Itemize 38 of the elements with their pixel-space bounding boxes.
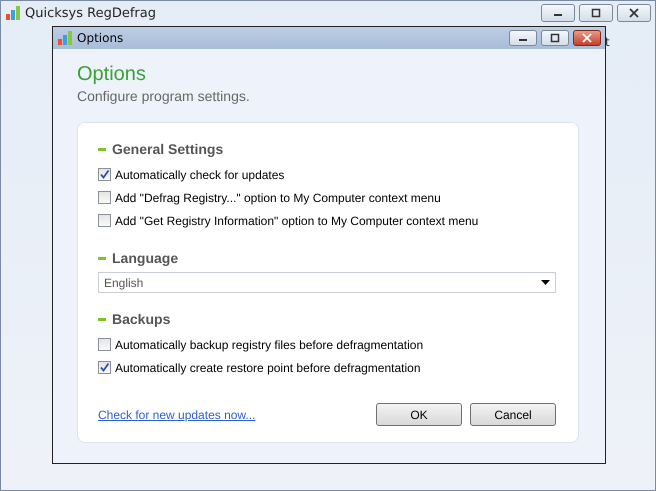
section-title: General Settings [112,141,224,157]
bar-chart-icon [57,30,73,46]
checkbox-label[interactable]: Automatically check for updates [115,168,284,182]
dialog-button[interactable]: OK [376,403,462,426]
window-title: Quicksys RegDefrag [25,6,156,20]
check-updates-link[interactable]: Check for new updates now... [98,408,256,422]
checkbox[interactable] [98,191,111,204]
checkbox-label[interactable]: Add "Get Registry Information" option to My Computer context menu [115,214,478,228]
minimize-button[interactable] [541,4,575,22]
dialog-title: Options [77,31,124,45]
dialog-button[interactable]: Cancel [470,403,556,426]
partial-text: t [605,35,610,49]
checkbox[interactable] [98,214,111,227]
bar-chart-icon [5,5,21,21]
dash-icon [98,148,106,150]
checkbox-label[interactable]: Add "Defrag Registry..." option to My Computer context menu [115,190,441,204]
section-title: Backups [112,311,170,327]
checkbox[interactable] [98,338,111,351]
close-icon [582,33,592,43]
checkbox[interactable] [98,361,111,374]
maximize-icon [550,33,560,43]
checkbox[interactable] [98,168,111,181]
dash-icon [98,318,106,320]
maximize-button[interactable] [579,4,613,22]
checkbox-label[interactable]: Automatically backup registry files before defragmentation [115,338,424,352]
dash-icon [98,256,106,260]
maximize-icon [591,8,601,18]
minimize-button[interactable] [509,30,537,46]
close-icon [629,8,639,18]
page-heading: Options [77,63,147,86]
close-button[interactable] [617,4,651,22]
section-title: Language [112,250,178,266]
maximize-button[interactable] [541,30,569,46]
page-subtitle: Configure program settings. [77,88,251,104]
close-button[interactable] [573,30,601,46]
checkbox-label[interactable]: Automatically create restore point before defragmentation [115,360,421,374]
dropdown-arrow-icon [541,280,550,285]
language-dropdown[interactable]: English [98,272,556,293]
